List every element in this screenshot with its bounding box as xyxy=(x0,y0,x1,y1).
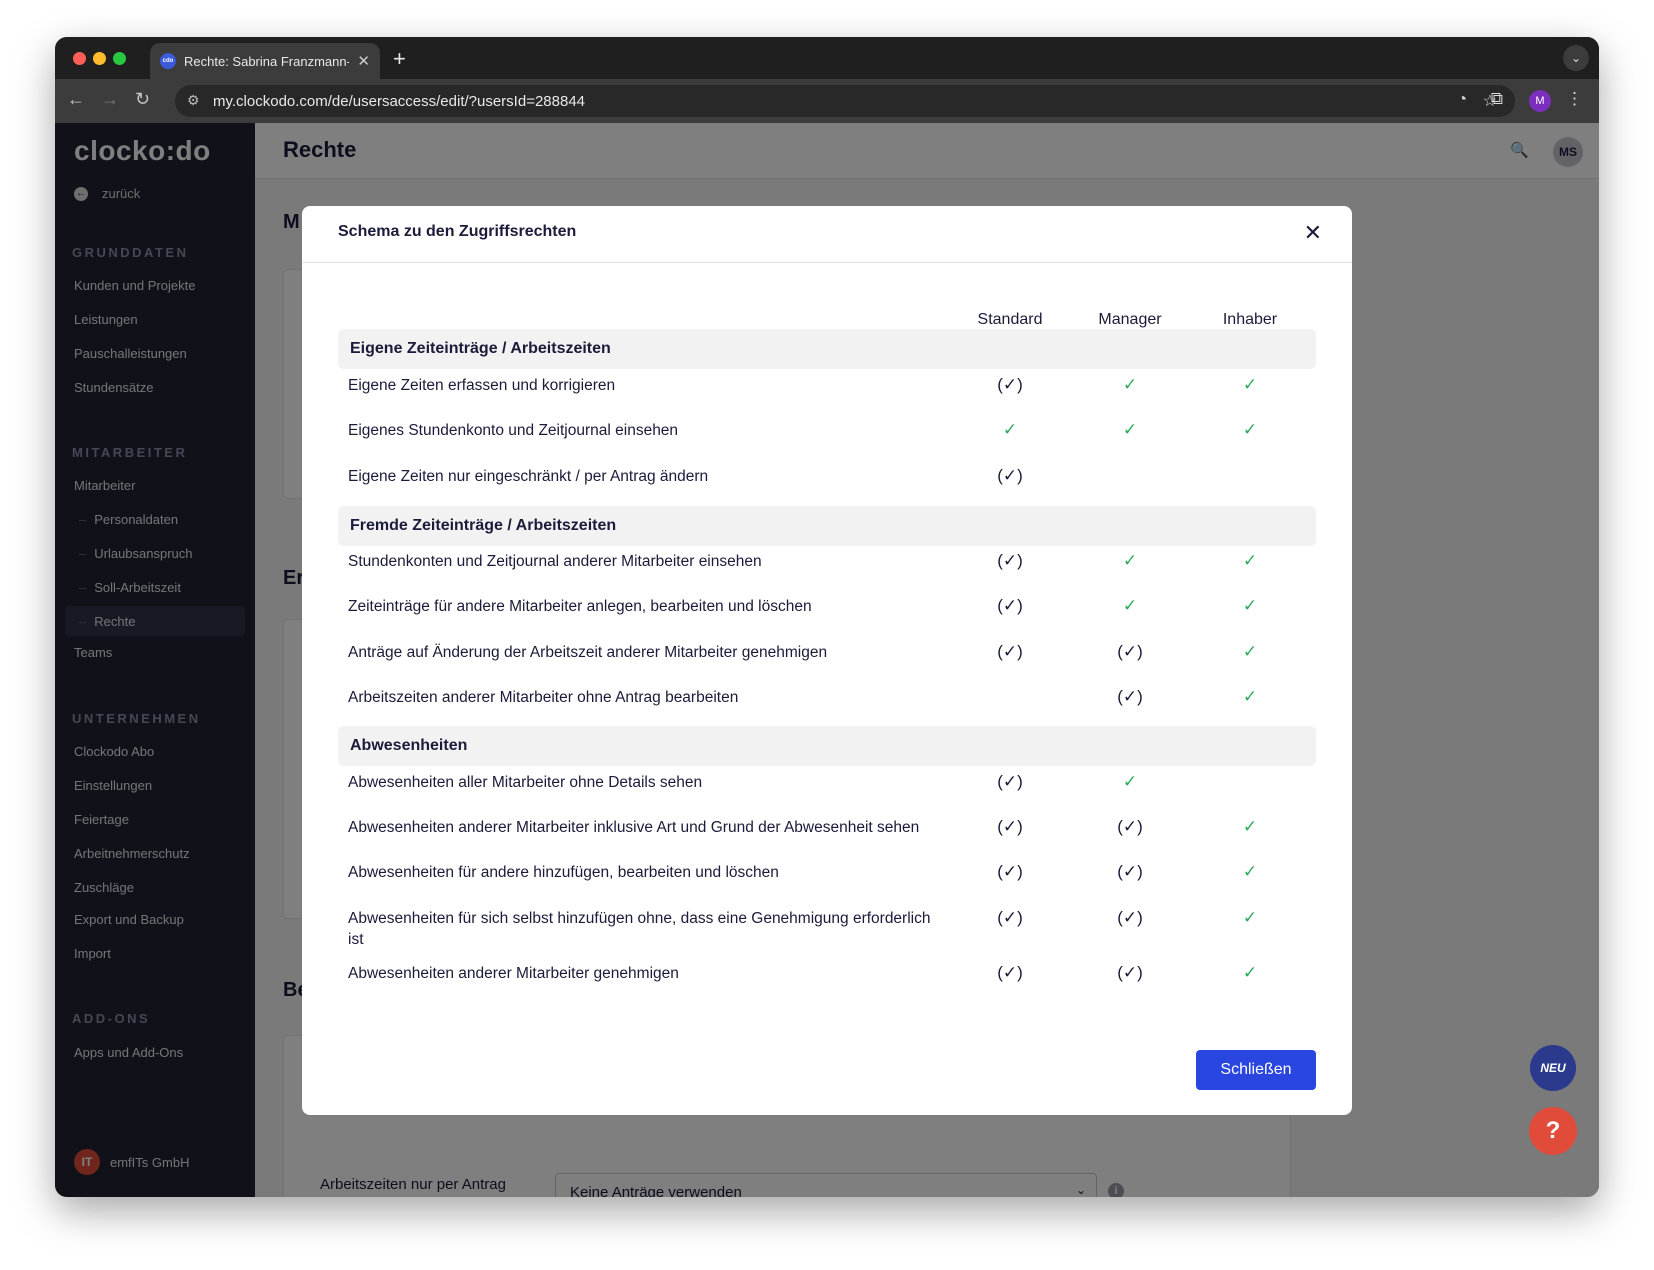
column-header-manager: Manager xyxy=(1098,311,1162,328)
permissions-schema-modal: Schema zu den Zugriffsrechten ✕ Standard… xyxy=(302,206,1352,1115)
permission-label: Eigene Zeiten nur eingeschränkt / per An… xyxy=(348,468,709,485)
column-header-inhaber: Inhaber xyxy=(1222,311,1278,328)
check-icon: ✓ xyxy=(1122,420,1138,439)
back-arrow-icon[interactable]: ← xyxy=(67,89,85,110)
check-icon: ✓ xyxy=(1122,375,1138,394)
group-header: Eigene Zeiteinträge / Arbeitszeiten xyxy=(338,329,1316,369)
profile-avatar[interactable]: M xyxy=(1529,90,1551,112)
tab-title: Rechte: Sabrina Franzmann-R xyxy=(184,53,350,69)
check-icon: ✓ xyxy=(1242,551,1258,570)
check-icon: ✓ xyxy=(1122,551,1138,570)
close-window-button[interactable] xyxy=(73,52,86,65)
tab-search-chevron-icon[interactable]: ⌄ xyxy=(1563,45,1589,71)
modal-footer: Schließen xyxy=(302,1031,1352,1115)
partial-check-icon: (✓) xyxy=(997,596,1023,615)
partial-check-icon: (✓) xyxy=(997,375,1023,394)
partial-check-icon: (✓) xyxy=(997,862,1023,881)
minimize-window-button[interactable] xyxy=(93,52,106,65)
permission-label: Abwesenheiten anderer Mitarbeiter inklus… xyxy=(348,819,920,836)
check-icon: ✓ xyxy=(1242,642,1258,661)
tab-bar: cdo Rechte: Sabrina Franzmann-R ✕ + ⌄ xyxy=(55,37,1599,79)
partial-check-icon: (✓) xyxy=(1117,817,1143,836)
partial-check-icon: (✓) xyxy=(1117,862,1143,881)
favicon-icon: cdo xyxy=(160,53,176,69)
partial-check-icon: (✓) xyxy=(997,963,1023,982)
modal-title: Schema zu den Zugriffsrechten xyxy=(338,223,577,240)
check-icon: ✓ xyxy=(1242,862,1258,881)
group-header: Abwesenheiten xyxy=(338,726,1316,766)
forward-arrow-icon[interactable]: → xyxy=(101,89,119,110)
permission-label: Zeiteinträge für andere Mitarbeiter anle… xyxy=(348,598,812,615)
modal-body: Standard Manager Inhaber Eigene Zeiteint… xyxy=(338,263,1316,1031)
partial-check-icon: (✓) xyxy=(1117,908,1143,927)
browser-menu-icon[interactable]: ⋮ xyxy=(1566,89,1583,109)
new-tab-button[interactable]: + xyxy=(393,46,406,72)
browser-tab[interactable]: cdo Rechte: Sabrina Franzmann-R ✕ xyxy=(150,43,380,79)
check-icon: ✓ xyxy=(1242,817,1258,836)
close-button[interactable]: Schließen xyxy=(1196,1050,1316,1090)
reload-icon[interactable]: ↻ xyxy=(135,89,150,110)
partial-check-icon: (✓) xyxy=(1117,963,1143,982)
partial-check-icon: (✓) xyxy=(997,817,1023,836)
site-settings-icon[interactable]: ⚙ xyxy=(187,92,200,109)
permission-label: Eigenes Stundenkonto und Zeitjournal ein… xyxy=(348,422,679,439)
check-icon: ✓ xyxy=(1002,420,1018,439)
browser-toolbar: ← → ↻ ⚙ my.clockodo.com/de/usersaccess/e… xyxy=(55,79,1599,123)
check-icon: ✓ xyxy=(1122,772,1138,791)
permission-label: Abwesenheiten für sich selbst hinzufügen… xyxy=(348,910,931,948)
address-bar[interactable]: ⚙ my.clockodo.com/de/usersaccess/edit/?u… xyxy=(175,85,1515,117)
check-icon: ✓ xyxy=(1242,596,1258,615)
partial-check-icon: (✓) xyxy=(1117,687,1143,706)
column-header-standard: Standard xyxy=(977,311,1043,328)
check-icon: ✓ xyxy=(1122,596,1138,615)
partial-check-icon: (✓) xyxy=(1117,642,1143,661)
permission-label: Abwesenheiten anderer Mitarbeiter genehm… xyxy=(348,965,679,982)
partial-check-icon: (✓) xyxy=(997,772,1023,791)
check-icon: ✓ xyxy=(1242,687,1258,706)
permission-label: Abwesenheiten aller Mitarbeiter ohne Det… xyxy=(348,774,703,791)
permission-label: Stundenkonten und Zeitjournal anderer Mi… xyxy=(348,553,762,570)
partial-check-icon: (✓) xyxy=(997,908,1023,927)
performance-icon[interactable]: ◔ xyxy=(1457,91,1467,109)
partial-check-icon: (✓) xyxy=(997,551,1023,570)
extensions-icon[interactable]: ⧉ xyxy=(1491,89,1503,109)
url-text: my.clockodo.com/de/usersaccess/edit/?use… xyxy=(213,92,586,110)
permission-label: Abwesenheiten für andere hinzufügen, bea… xyxy=(348,864,779,881)
tab-close-icon[interactable]: ✕ xyxy=(357,52,370,70)
permission-label: Eigene Zeiten erfassen und korrigieren xyxy=(348,377,616,394)
check-icon: ✓ xyxy=(1242,420,1258,439)
permission-label: Arbeitszeiten anderer Mitarbeiter ohne A… xyxy=(348,689,739,706)
partial-check-icon: (✓) xyxy=(997,642,1023,661)
zoom-window-button[interactable] xyxy=(113,52,126,65)
check-icon: ✓ xyxy=(1242,375,1258,394)
check-icon: ✓ xyxy=(1242,963,1258,982)
check-icon: ✓ xyxy=(1242,908,1258,927)
help-button[interactable]: ? xyxy=(1529,1107,1577,1155)
close-icon[interactable]: ✕ xyxy=(1304,220,1322,246)
permission-label: Anträge auf Änderung der Arbeitszeit and… xyxy=(348,644,828,661)
modal-header: Schema zu den Zugriffsrechten ✕ xyxy=(302,206,1352,263)
partial-check-icon: (✓) xyxy=(997,466,1023,485)
group-header: Fremde Zeiteinträge / Arbeitszeiten xyxy=(338,506,1316,546)
neu-badge[interactable]: NEU xyxy=(1530,1045,1576,1091)
